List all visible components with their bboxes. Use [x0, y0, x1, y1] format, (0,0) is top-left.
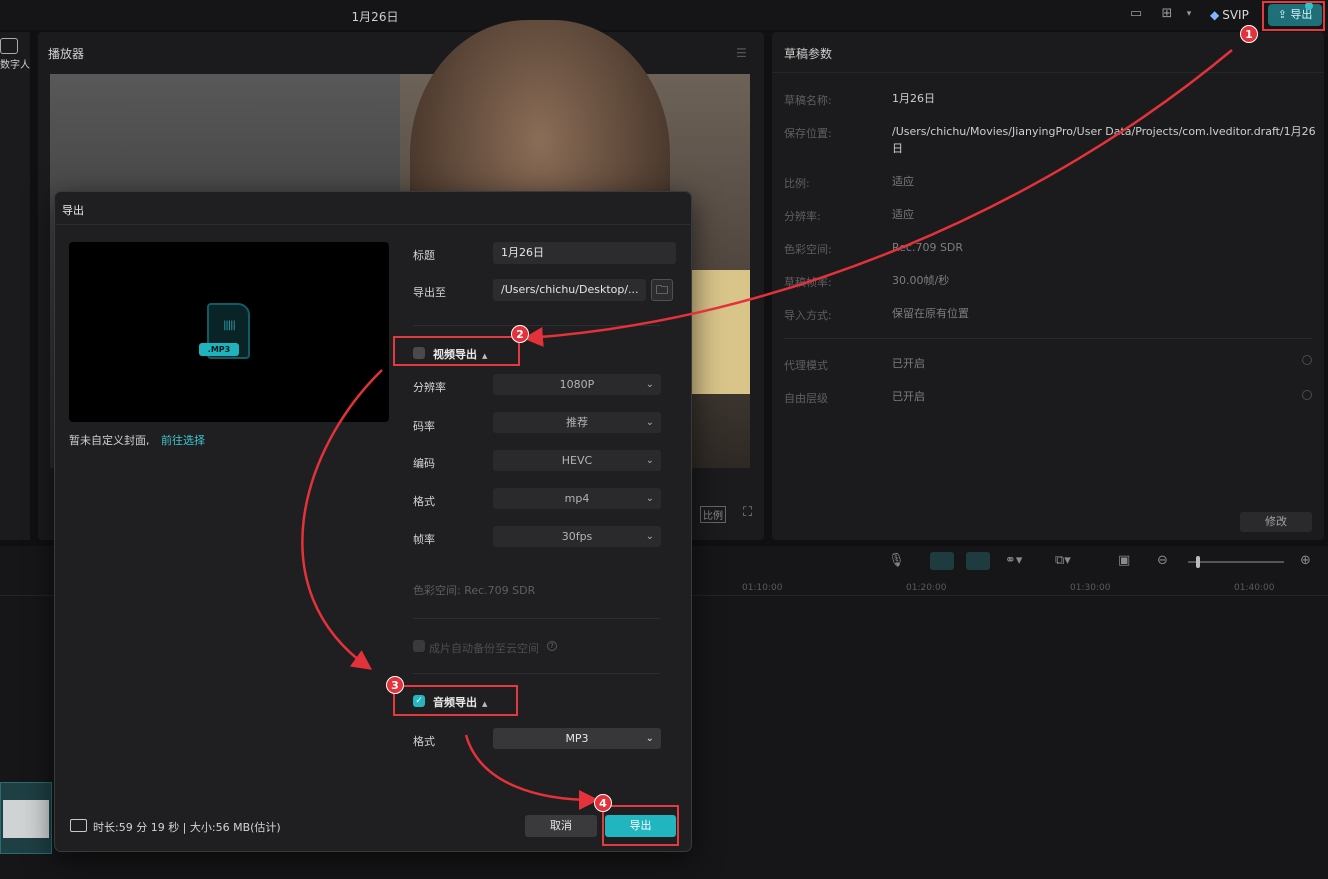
- step-badge-1: 1: [1240, 25, 1258, 43]
- arrow-3-to-4: [464, 734, 599, 810]
- step-badge-2: 2: [511, 325, 529, 343]
- step-badge-4: 4: [594, 794, 612, 812]
- step-badge-3: 3: [386, 676, 404, 694]
- arrow-2-to-3: [301, 369, 383, 670]
- annotation-arrows: [301, 49, 1233, 810]
- arrow-1-to-2: [523, 49, 1233, 347]
